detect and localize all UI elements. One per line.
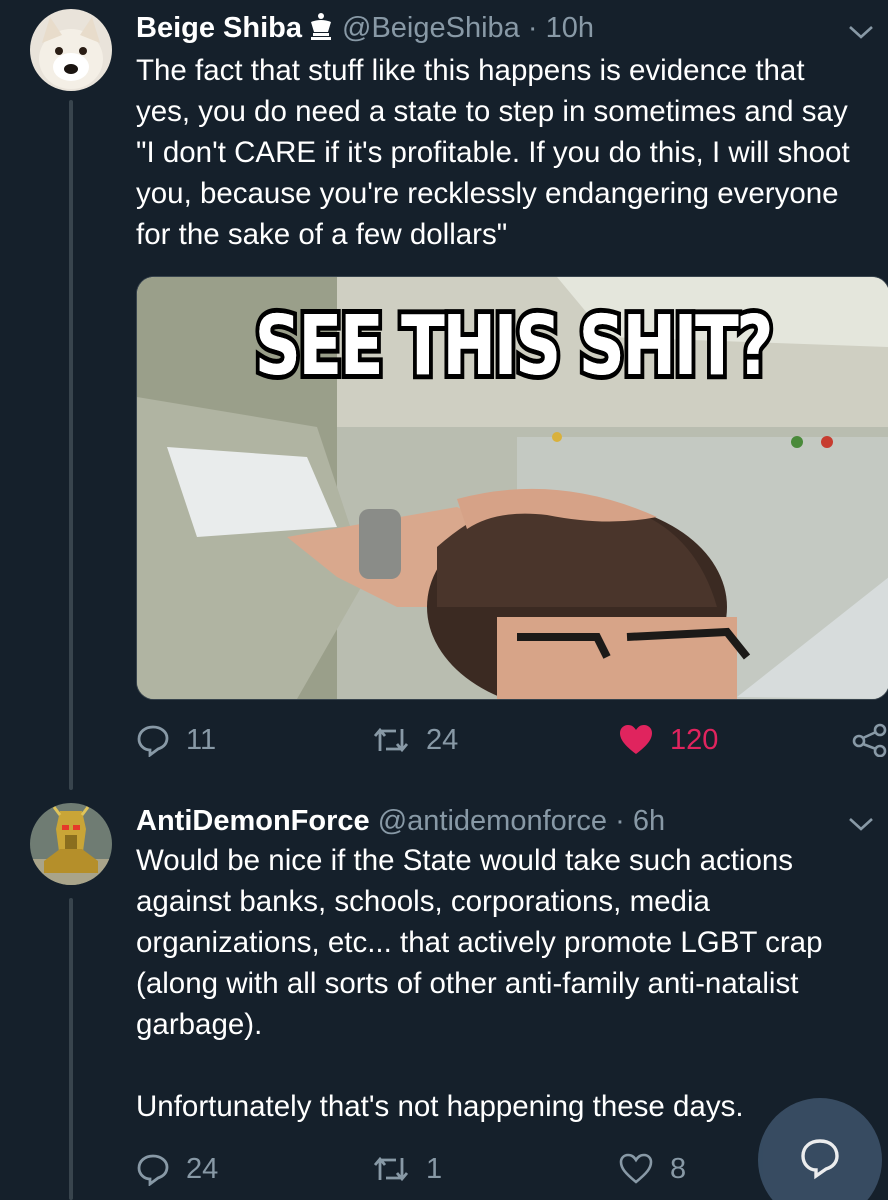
like-button[interactable]: 120 (618, 718, 718, 762)
retweet-icon (372, 725, 410, 755)
like-button[interactable]: 8 (618, 1147, 686, 1191)
heart-outline-icon (618, 1153, 654, 1185)
heart-filled-icon (618, 724, 654, 756)
timestamp[interactable]: 6h (633, 805, 665, 837)
handle[interactable]: @antidemonforce (378, 805, 607, 837)
tweet-beige-shiba[interactable]: Beige Shiba @BeigeShiba · 10h The fact th… (0, 0, 888, 790)
handle[interactable]: @BeigeShiba (342, 12, 520, 44)
reply-button[interactable]: 11 (136, 718, 216, 762)
tweet-header: Beige Shiba @BeigeShiba · 10h (136, 10, 594, 49)
display-name[interactable]: AntiDemonForce (136, 805, 370, 837)
crown-icon (308, 12, 334, 49)
like-count: 8 (670, 1152, 687, 1185)
retweet-count: 24 (426, 723, 459, 756)
reply-icon (136, 1152, 170, 1186)
chevron-down-icon[interactable] (848, 816, 874, 837)
meme-caption: SEE THIS SHIT? (254, 299, 774, 394)
reply-count: 11 (186, 723, 217, 756)
shiba-dog-avatar-icon (30, 9, 112, 91)
tweet-media-image[interactable]: SEE THIS SHIT? SEE THIS SHIT? (136, 276, 888, 700)
display-name[interactable]: Beige Shiba (136, 12, 302, 44)
retweet-button[interactable]: 24 (372, 718, 458, 762)
tweet-text: Would be nice if the State would take su… (136, 844, 823, 1123)
tweet-actions: 11 24 120 (136, 718, 888, 762)
tweet-text: The fact that stuff like this happens is… (136, 54, 850, 251)
share-button[interactable] (852, 718, 888, 762)
chevron-down-icon[interactable] (848, 24, 874, 45)
compose-reply-icon (797, 1135, 843, 1186)
thread-line (69, 100, 73, 790)
share-icon (852, 723, 888, 757)
avatar-antidemonforce[interactable] (30, 803, 112, 885)
timestamp[interactable]: 10h (546, 12, 594, 44)
tweet-antidemonforce[interactable]: AntiDemonForce @antidemonforce · 6h Woul… (0, 790, 888, 1200)
robot-knight-avatar-icon (30, 803, 112, 885)
retweet-count: 1 (426, 1152, 443, 1185)
separator: · (615, 805, 625, 837)
retweet-icon (372, 1154, 410, 1184)
reply-count: 24 (186, 1152, 219, 1185)
separator: · (527, 12, 538, 44)
tweet-header: AntiDemonForce @antidemonforce · 6h (136, 803, 665, 839)
thread-line (69, 898, 73, 1200)
reply-icon (136, 723, 170, 757)
timeline: Beige Shiba @BeigeShiba · 10h The fact th… (0, 0, 888, 1200)
avatar-beige-shiba[interactable] (30, 9, 112, 91)
retweet-button[interactable]: 1 (372, 1147, 442, 1191)
like-count: 120 (670, 723, 719, 756)
reply-button[interactable]: 24 (136, 1147, 218, 1191)
